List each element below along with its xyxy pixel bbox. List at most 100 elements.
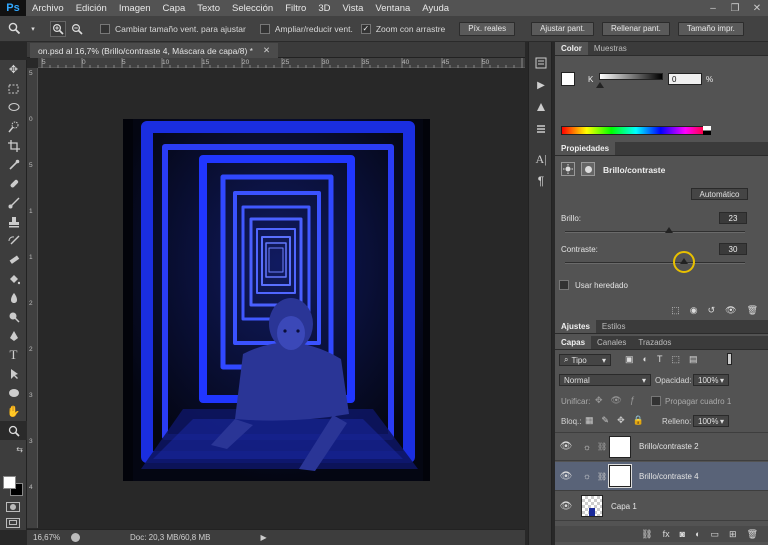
layer-name[interactable]: Capa 1 xyxy=(611,502,637,511)
spectrum-white-black[interactable] xyxy=(703,126,711,135)
layer-mask-icon[interactable] xyxy=(581,162,595,176)
auto-button[interactable]: Automático xyxy=(691,188,748,200)
blend-mode-select[interactable]: Normal ▾ xyxy=(559,374,651,386)
contrast-slider-track[interactable] xyxy=(565,262,745,264)
fit-screen-button[interactable]: Ajustar pant. xyxy=(531,21,594,36)
character-panel-icon[interactable]: A| xyxy=(529,148,553,170)
menu-archivo[interactable]: Archivo xyxy=(26,3,70,14)
brightness-slider-thumb[interactable] xyxy=(665,227,673,233)
k-value-field[interactable]: 0 xyxy=(668,73,702,85)
menu-3d[interactable]: 3D xyxy=(312,3,336,14)
hand-tool-icon[interactable]: ✋ xyxy=(0,402,27,421)
brush-presets-panel-icon[interactable] xyxy=(529,118,553,140)
status-arrow-icon[interactable]: ▶ xyxy=(260,533,266,542)
history-panel-icon[interactable] xyxy=(529,52,553,74)
delete-adjustment-icon[interactable]: 🗑 xyxy=(747,305,758,316)
layer-name[interactable]: Brillo/contraste 4 xyxy=(639,472,699,481)
propagate-checkbox[interactable] xyxy=(651,396,661,406)
fg-color-chip[interactable] xyxy=(561,72,575,86)
lock-all-icon[interactable]: 🔒 xyxy=(633,415,644,426)
layer-name[interactable]: Brillo/contraste 2 xyxy=(639,442,699,451)
contrast-field[interactable]: 30 xyxy=(719,243,747,255)
eyedropper-tool-icon[interactable] xyxy=(0,155,27,174)
tab-channels[interactable]: Canales xyxy=(591,336,632,349)
zoom-tool-icon[interactable] xyxy=(6,21,22,37)
add-mask-icon[interactable]: ◙ xyxy=(680,529,685,539)
menu-vista[interactable]: Vista xyxy=(336,3,369,14)
tab-color[interactable]: Color xyxy=(555,42,588,55)
k-slider-thumb[interactable] xyxy=(596,82,604,88)
zoom-level[interactable]: 16,67% xyxy=(33,533,67,542)
lock-transparency-icon[interactable]: ▦ xyxy=(585,415,594,426)
zoom-out-icon[interactable] xyxy=(69,21,85,37)
tab-properties[interactable]: Propiedades xyxy=(555,142,616,155)
scrubby-zoom-checkbox[interactable]: ✓ xyxy=(360,23,371,34)
close-button[interactable]: ✕ xyxy=(746,0,768,16)
dodge-tool-icon[interactable] xyxy=(0,307,27,326)
reset-icon[interactable]: ↺ xyxy=(708,305,716,316)
tab-swatches[interactable]: Muestras xyxy=(588,42,633,55)
view-previous-icon[interactable]: ◉ xyxy=(690,305,698,316)
menu-edicion[interactable]: Edición xyxy=(70,3,113,14)
filter-smart-icon[interactable]: ▤ xyxy=(689,354,698,365)
filter-pixel-icon[interactable]: ▣ xyxy=(625,354,634,365)
lock-pixels-icon[interactable]: ✎ xyxy=(602,415,610,426)
layer-row-selected[interactable]: 👁 ☼ ⛓ Brillo/contraste 4 xyxy=(555,462,768,491)
quick-selection-tool-icon[interactable] xyxy=(0,117,27,136)
menu-imagen[interactable]: Imagen xyxy=(113,3,157,14)
resize-window-checkbox[interactable] xyxy=(259,23,270,34)
lasso-tool-icon[interactable] xyxy=(0,98,27,117)
fill-field[interactable]: 100% ▾ xyxy=(693,415,729,427)
paint-bucket-tool-icon[interactable] xyxy=(0,269,27,288)
marquee-tool-icon[interactable] xyxy=(0,79,27,98)
k-slider-gradient[interactable] xyxy=(599,73,663,80)
brush-tool-icon[interactable] xyxy=(0,193,27,212)
legacy-checkbox[interactable] xyxy=(559,280,569,290)
type-tool-icon[interactable]: T xyxy=(0,345,27,364)
eye-icon[interactable]: 👁 xyxy=(555,471,577,482)
color-spectrum-bar[interactable] xyxy=(561,126,711,135)
filter-toggle[interactable] xyxy=(727,353,732,365)
actual-pixels-button[interactable]: Píx. reales xyxy=(459,21,516,36)
screen-mode-icon[interactable] xyxy=(6,518,20,528)
history-brush-tool-icon[interactable] xyxy=(0,231,27,250)
swap-colors-icon[interactable]: ⇆ xyxy=(0,440,27,459)
actions-panel-icon[interactable]: ▶ xyxy=(529,74,553,96)
brightness-slider-track[interactable] xyxy=(565,231,745,233)
unify-visibility-icon[interactable]: 👁 xyxy=(611,395,622,406)
crop-tool-icon[interactable] xyxy=(0,136,27,155)
layer-row[interactable]: 👁 Capa 1 xyxy=(555,492,768,521)
layer-mask-thumbnail[interactable] xyxy=(608,464,632,488)
path-selection-tool-icon[interactable] xyxy=(0,364,27,383)
blur-tool-icon[interactable] xyxy=(0,288,27,307)
filter-shape-icon[interactable]: ⬚ xyxy=(671,354,680,365)
menu-capa[interactable]: Capa xyxy=(157,3,192,14)
layer-row[interactable]: 👁 ☼ ⛓ Brillo/contraste 2 xyxy=(555,432,768,461)
clone-stamp-tool-icon[interactable] xyxy=(0,212,27,231)
filter-adjustment-icon[interactable]: ◐ xyxy=(643,354,648,365)
lock-position-icon[interactable]: ✥ xyxy=(617,415,625,426)
filter-type-icon[interactable]: T xyxy=(657,354,663,365)
close-tab-icon[interactable]: ✕ xyxy=(263,45,270,56)
visibility-icon[interactable]: 👁 xyxy=(725,305,736,316)
tab-paths[interactable]: Trazados xyxy=(632,336,677,349)
tab-layers[interactable]: Capas xyxy=(555,336,592,349)
tab-styles[interactable]: Estilos xyxy=(596,320,632,333)
foreground-color-swatch[interactable] xyxy=(3,476,16,489)
paragraph-panel-icon[interactable]: ¶ xyxy=(529,170,553,192)
ellipse-tool-icon[interactable] xyxy=(0,383,27,402)
menu-filtro[interactable]: Filtro xyxy=(279,3,312,14)
tool-preset-chevron-icon[interactable]: ▾ xyxy=(25,21,41,37)
unify-position-icon[interactable]: ✥ xyxy=(595,395,603,406)
document-image[interactable] xyxy=(123,119,430,481)
new-layer-icon[interactable]: ⊞ xyxy=(729,529,737,540)
eye-icon[interactable]: 👁 xyxy=(555,441,577,452)
menu-seleccion[interactable]: Selección xyxy=(226,3,279,14)
layer-style-icon[interactable]: fx xyxy=(663,529,670,539)
menu-ayuda[interactable]: Ayuda xyxy=(416,3,455,14)
print-size-button[interactable]: Tamaño impr. xyxy=(677,21,744,36)
layer-filter-select[interactable]: ⌕ Tipo ▾ xyxy=(559,354,611,366)
restore-button[interactable]: ❐ xyxy=(724,0,746,16)
document-tab[interactable]: on.psd al 16,7% (Brillo/contraste 4, Más… xyxy=(30,43,279,58)
move-tool-icon[interactable]: ✥ xyxy=(0,60,27,79)
